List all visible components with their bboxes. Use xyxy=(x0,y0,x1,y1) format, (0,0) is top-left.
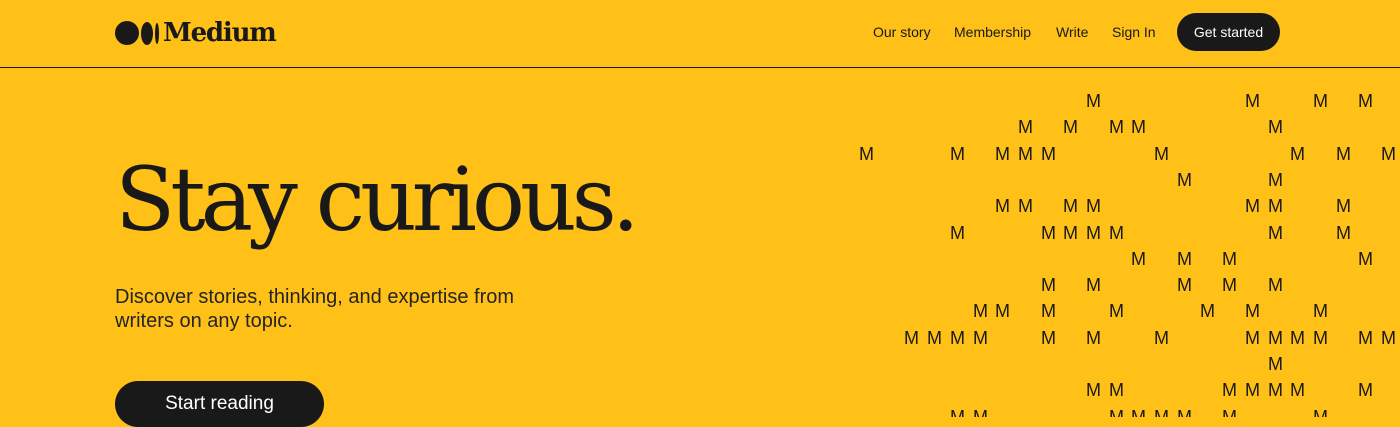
decorative-m-glyph: M xyxy=(1245,380,1260,400)
decorative-m-glyph: M xyxy=(1222,275,1237,295)
decorative-m-glyph: M xyxy=(1086,196,1101,216)
decorative-m-glyph: M xyxy=(1041,223,1056,243)
decorative-m-glyph: M xyxy=(1336,223,1351,243)
decorative-m-glyph: M xyxy=(1177,407,1192,417)
decorative-m-glyph: M xyxy=(973,328,988,348)
decorative-m-glyph: M xyxy=(1109,301,1124,321)
decorative-m-glyph: M xyxy=(1109,117,1124,137)
decorative-m-glyph: M xyxy=(1131,249,1146,269)
decorative-m-glyph: M xyxy=(973,407,988,417)
decorative-m-glyph: M xyxy=(1086,91,1101,111)
decorative-m-glyph: M xyxy=(1154,407,1169,417)
decorative-m-glyph: M xyxy=(995,144,1010,164)
decorative-m-glyph: M xyxy=(1245,301,1260,321)
decorative-m-glyph: M xyxy=(1245,196,1260,216)
decorative-m-glyph: M xyxy=(1177,275,1192,295)
decorative-m-glyph: M xyxy=(1245,91,1260,111)
decorative-m-glyph: M xyxy=(1290,328,1305,348)
decorative-m-glyph: M xyxy=(1018,144,1033,164)
decorative-m-glyph: M xyxy=(1381,328,1396,348)
hero-title: Stay curious. xyxy=(115,148,640,251)
decorative-m-glyph: M xyxy=(995,196,1010,216)
decorative-m-glyph: M xyxy=(1358,380,1373,400)
decorative-m-glyph: M xyxy=(1245,328,1260,348)
decorative-m-glyph: M xyxy=(1063,196,1078,216)
decorative-m-glyph: M xyxy=(1222,380,1237,400)
decorative-m-glyph: M xyxy=(1041,144,1056,164)
decorative-m-glyph: M xyxy=(995,301,1010,321)
nav-link-our-story[interactable]: Our story xyxy=(873,24,931,40)
decorative-m-glyph: M xyxy=(950,407,965,417)
decorative-m-glyph: M xyxy=(1313,328,1328,348)
medium-logo-icon xyxy=(115,21,159,45)
nav-link-sign-in[interactable]: Sign In xyxy=(1112,24,1156,40)
decorative-m-glyph: M xyxy=(904,328,919,348)
decorative-m-glyph: M xyxy=(1358,328,1373,348)
decorative-m-glyph: M xyxy=(950,223,965,243)
decorative-m-glyph: M xyxy=(1200,301,1215,321)
decorative-m-glyph: M xyxy=(1063,117,1078,137)
decorative-m-glyph: M xyxy=(1358,91,1373,111)
decorative-m-glyph: M xyxy=(1381,144,1396,164)
get-started-button[interactable]: Get started xyxy=(1177,13,1280,51)
decorative-m-glyph: M xyxy=(1268,196,1283,216)
decorative-m-glyph: M xyxy=(1086,223,1101,243)
decorative-m-glyph: M xyxy=(1313,407,1328,417)
decorative-m-glyph: M xyxy=(1268,380,1283,400)
decorative-m-glyph: M xyxy=(1268,117,1283,137)
decorative-m-glyph: M xyxy=(1018,196,1033,216)
decorative-m-glyph: M xyxy=(1086,380,1101,400)
decorative-m-glyph: M xyxy=(1154,144,1169,164)
decorative-m-glyph: M xyxy=(1086,328,1101,348)
decorative-m-glyph: M xyxy=(1041,301,1056,321)
decorative-m-glyph: M xyxy=(1063,223,1078,243)
decorative-m-pattern: MMMMMMMMMMMMMMMMMMMMMMMMMMMMMMMMMMMMMMMM… xyxy=(855,90,1400,417)
nav-link-membership[interactable]: Membership xyxy=(954,24,1031,40)
decorative-m-glyph: M xyxy=(1336,196,1351,216)
decorative-m-glyph: M xyxy=(1086,275,1101,295)
decorative-m-glyph: M xyxy=(1041,275,1056,295)
decorative-m-glyph: M xyxy=(1268,223,1283,243)
decorative-m-glyph: M xyxy=(973,301,988,321)
decorative-m-glyph: M xyxy=(1313,301,1328,321)
decorative-m-glyph: M xyxy=(859,144,874,164)
nav-link-write[interactable]: Write xyxy=(1056,24,1088,40)
decorative-m-glyph: M xyxy=(1336,144,1351,164)
decorative-m-glyph: M xyxy=(1358,249,1373,269)
hero-subtitle: Discover stories, thinking, and expertis… xyxy=(115,286,515,332)
decorative-m-glyph: M xyxy=(1177,170,1192,190)
decorative-m-glyph: M xyxy=(1290,380,1305,400)
decorative-m-glyph: M xyxy=(1222,249,1237,269)
decorative-m-glyph: M xyxy=(1268,170,1283,190)
top-navigation-bar: Medium Our story Membership Write Sign I… xyxy=(0,0,1400,68)
start-reading-button[interactable]: Start reading xyxy=(115,381,324,427)
medium-logo[interactable]: Medium xyxy=(115,15,277,51)
decorative-m-glyph: M xyxy=(1131,407,1146,417)
decorative-m-glyph: M xyxy=(1041,328,1056,348)
decorative-m-glyph: M xyxy=(1313,91,1328,111)
decorative-m-glyph: M xyxy=(1109,223,1124,243)
decorative-m-glyph: M xyxy=(1109,407,1124,417)
decorative-m-glyph: M xyxy=(1018,117,1033,137)
decorative-m-glyph: M xyxy=(1268,354,1283,374)
decorative-m-glyph: M xyxy=(1268,275,1283,295)
decorative-m-glyph: M xyxy=(1131,117,1146,137)
decorative-m-glyph: M xyxy=(950,328,965,348)
decorative-m-glyph: M xyxy=(1290,144,1305,164)
decorative-m-glyph: M xyxy=(1177,249,1192,269)
decorative-m-glyph: M xyxy=(1222,407,1237,417)
decorative-m-glyph: M xyxy=(927,328,942,348)
brand-name: Medium xyxy=(163,18,277,48)
decorative-m-glyph: M xyxy=(950,144,965,164)
decorative-m-glyph: M xyxy=(1154,328,1169,348)
decorative-m-glyph: M xyxy=(1109,380,1124,400)
decorative-m-glyph: M xyxy=(1268,328,1283,348)
